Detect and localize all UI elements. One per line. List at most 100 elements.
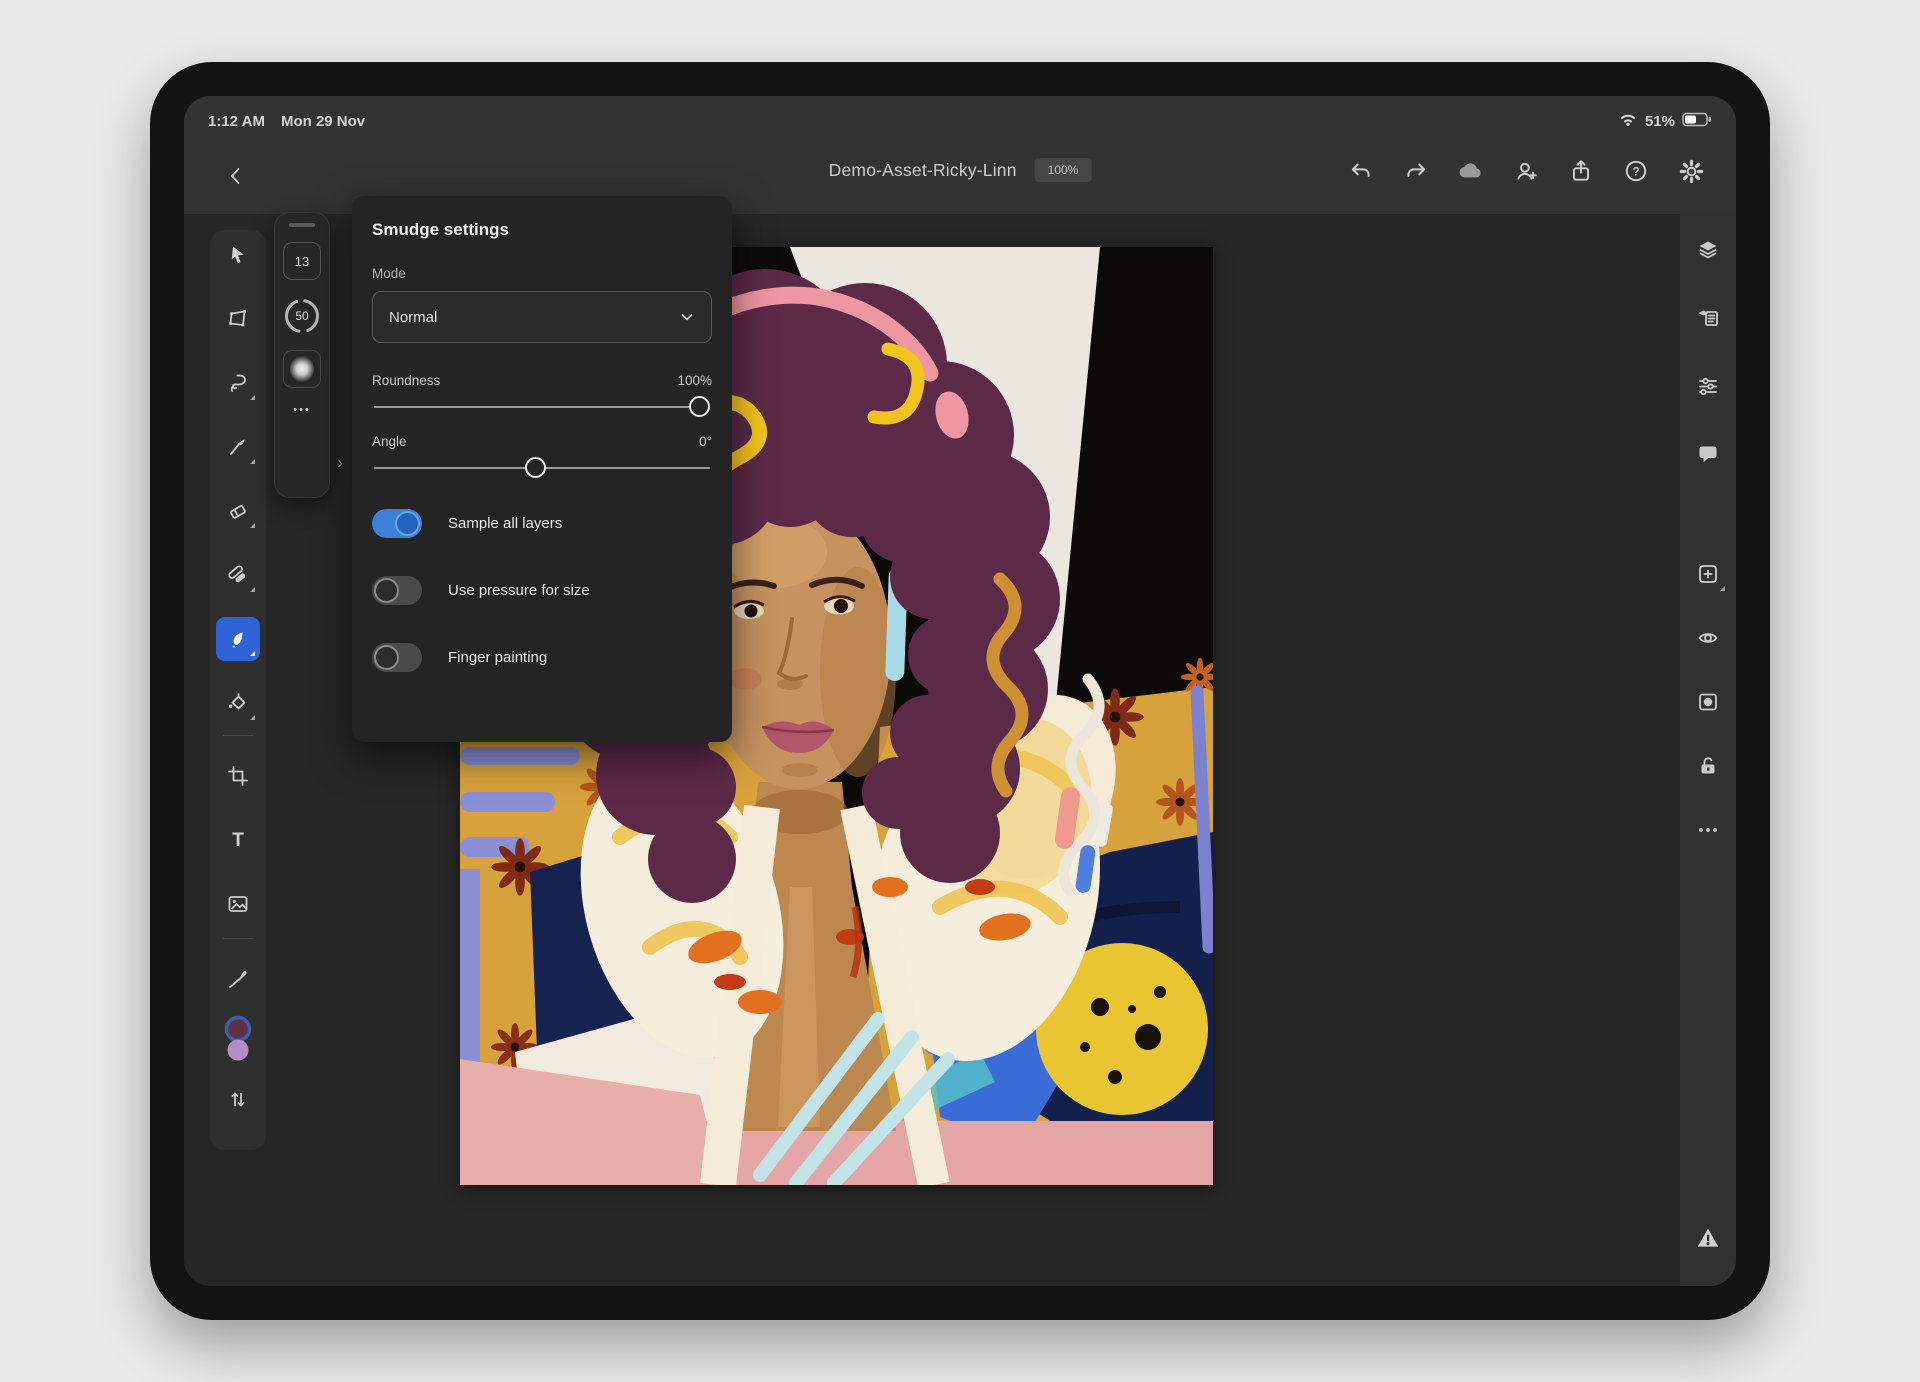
strip-collapse-icon[interactable]: ›: [337, 453, 343, 473]
move-tool-icon: [226, 243, 250, 267]
document-title-group: Demo-Asset-Ricky-Linn 100%: [829, 158, 1092, 182]
tool-heal[interactable]: [216, 553, 260, 597]
warning-button[interactable]: [1686, 1216, 1730, 1260]
appbar-actions: ?: [1344, 154, 1708, 188]
comments-button[interactable]: [1686, 432, 1730, 476]
more-dots-icon: [1696, 818, 1720, 842]
battery-icon: [1682, 112, 1712, 131]
strength-value: 50: [280, 294, 324, 338]
add-layer-icon: [1696, 562, 1720, 586]
zoom-level-badge[interactable]: 100%: [1035, 158, 1092, 182]
right-sidebar: [1680, 214, 1736, 1286]
slider-track: [374, 406, 710, 408]
status-bar: 1:12 AM Mon 29 Nov 51%: [184, 104, 1736, 138]
share-icon: [1568, 158, 1594, 184]
tool-flyout-mark: [250, 459, 255, 464]
layer-mask-button[interactable]: [1686, 680, 1730, 724]
swap-arrows-icon: [226, 1087, 250, 1111]
brush-preview[interactable]: [283, 350, 321, 388]
roundness-label: Roundness: [372, 373, 440, 388]
smudge-settings-panel: Smudge settings Mode Normal Roundness 10…: [352, 196, 732, 742]
tool-smudge[interactable]: [216, 617, 260, 661]
fill-tool-icon: [226, 691, 250, 715]
layers-panel-button[interactable]: [1686, 228, 1730, 272]
roundness-slider-handle[interactable]: [689, 396, 710, 417]
brush-size-value: 13: [295, 254, 309, 269]
flyout-mark: [1720, 586, 1725, 591]
cloud-sync-button[interactable]: [1454, 154, 1488, 188]
sidebar-warning-group: [1686, 1216, 1730, 1260]
tool-transform[interactable]: [216, 297, 260, 341]
place-image-tool-icon: [226, 892, 250, 916]
svg-text:?: ?: [1632, 164, 1639, 178]
finger-painting-label: Finger painting: [448, 649, 547, 666]
eraser-tool-icon: [226, 499, 250, 523]
lasso-tool-icon: [226, 371, 250, 395]
angle-value: 0°: [699, 434, 712, 449]
status-date: Mon 29 Nov: [281, 113, 365, 130]
color-swatch-icons: [222, 1012, 254, 1068]
toolbar-options-toggle[interactable]: [216, 1077, 260, 1121]
layer-properties-icon: [1696, 306, 1720, 330]
layer-properties-button[interactable]: [1686, 296, 1730, 340]
color-swatches[interactable]: [216, 1009, 260, 1071]
help-icon: ?: [1623, 158, 1649, 184]
brush-tip-preview-icon: [290, 355, 314, 383]
use-pressure-toggle[interactable]: [372, 576, 422, 605]
angle-slider-handle[interactable]: [525, 457, 546, 478]
tool-type[interactable]: T: [216, 818, 260, 862]
tool-options-strip: 13 50 ••• ›: [274, 212, 330, 498]
roundness-slider[interactable]: [372, 394, 712, 420]
toggle-knob: [374, 578, 399, 603]
comment-icon: [1696, 442, 1720, 466]
angle-slider[interactable]: [372, 455, 712, 481]
back-button[interactable]: [218, 158, 254, 194]
tool-lasso[interactable]: [216, 361, 260, 405]
layer-more-button[interactable]: [1686, 808, 1730, 852]
status-time: 1:12 AM: [208, 113, 265, 130]
drag-handle[interactable]: [289, 223, 315, 227]
settings-gear-icon: [1678, 158, 1705, 185]
undo-button[interactable]: [1344, 154, 1378, 188]
layer-lock-button[interactable]: [1686, 744, 1730, 788]
heal-tool-icon: [226, 563, 250, 587]
tool-eyedropper[interactable]: [216, 957, 260, 1001]
redo-button[interactable]: [1399, 154, 1433, 188]
invite-person-button[interactable]: [1509, 154, 1543, 188]
finger-painting-toggle[interactable]: [372, 643, 422, 672]
panel-title: Smudge settings: [372, 220, 712, 240]
tool-place-image[interactable]: [216, 882, 260, 926]
ipad-device: 1:12 AM Mon 29 Nov 51% Demo-Asset-Ricky-…: [150, 62, 1770, 1320]
battery-percent: 51%: [1645, 113, 1675, 130]
wifi-icon: [1618, 111, 1638, 131]
strength-dial[interactable]: 50: [280, 294, 324, 338]
tool-move[interactable]: [216, 233, 260, 277]
sidebar-layer-actions-group: [1686, 552, 1730, 852]
undo-icon: [1348, 158, 1374, 184]
cloud-sync-icon: [1457, 157, 1485, 185]
add-layer-button[interactable]: [1686, 552, 1730, 596]
help-button[interactable]: ?: [1619, 154, 1653, 188]
tool-fill[interactable]: [216, 681, 260, 725]
more-options-button[interactable]: •••: [293, 404, 311, 416]
tool-eraser[interactable]: [216, 489, 260, 533]
tool-flyout-mark: [250, 395, 255, 400]
type-tool-icon: T: [226, 828, 250, 852]
brush-size-control[interactable]: 13: [283, 242, 321, 280]
tool-flyout-mark: [250, 587, 255, 592]
mode-dropdown[interactable]: Normal: [372, 291, 712, 343]
sample-all-layers-toggle[interactable]: [372, 509, 422, 538]
tool-crop[interactable]: [216, 754, 260, 798]
type-glyph: T: [232, 830, 244, 851]
roundness-value: 100%: [677, 373, 712, 388]
layer-visibility-button[interactable]: [1686, 616, 1730, 660]
adjustments-button[interactable]: [1686, 364, 1730, 408]
visibility-eye-icon: [1696, 626, 1720, 650]
sidebar-panel-group: [1686, 228, 1730, 476]
tool-brush[interactable]: [216, 425, 260, 469]
transform-tool-icon: [226, 307, 250, 331]
settings-button[interactable]: [1674, 154, 1708, 188]
share-button[interactable]: [1564, 154, 1598, 188]
app-screen: 1:12 AM Mon 29 Nov 51% Demo-Asset-Ricky-…: [184, 96, 1736, 1286]
mode-value: Normal: [389, 309, 437, 326]
